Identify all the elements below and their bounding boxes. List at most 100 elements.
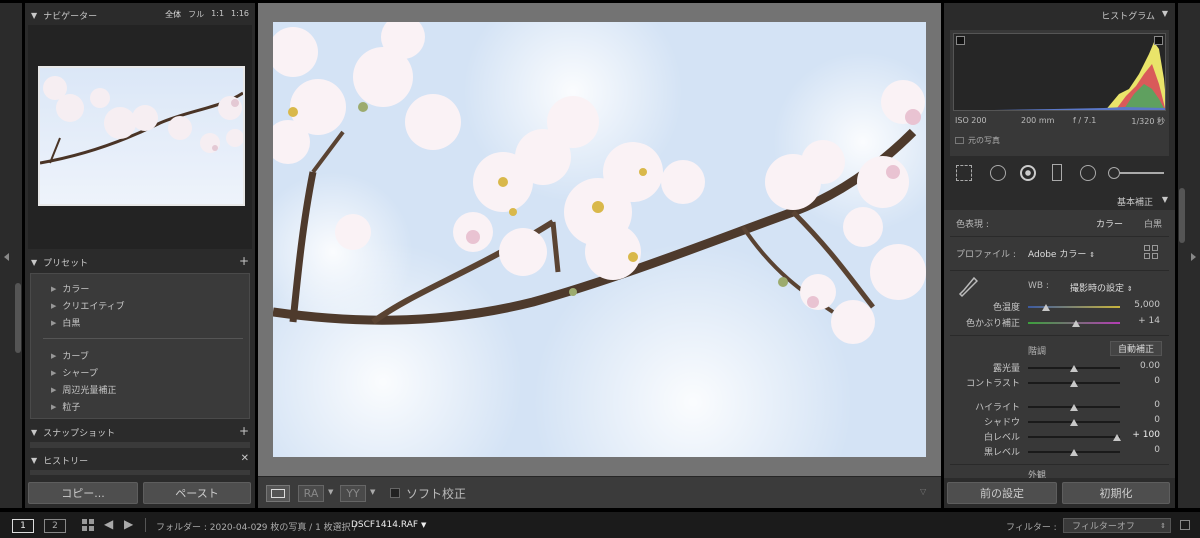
right-scrollbar[interactable]	[1179, 188, 1185, 243]
dropdown-arrows-icon: ⇕	[1126, 285, 1133, 293]
preset-group-creative[interactable]: ▶ クリエイティブ	[51, 299, 125, 313]
collapse-triangle-icon[interactable]: ▼	[31, 456, 37, 465]
highlights-slider-thumb[interactable]	[1070, 404, 1078, 411]
contrast-slider-thumb[interactable]	[1070, 380, 1078, 387]
histogram-title: ヒストグラム	[1101, 12, 1155, 22]
highlight-clipping-icon[interactable]	[1154, 36, 1163, 45]
iso-value: ISO 200	[955, 116, 987, 125]
radial-filter-tool-icon[interactable]	[1080, 165, 1096, 181]
zoom-1-16[interactable]: 1:16	[231, 9, 249, 20]
navigator-header[interactable]: ▼ ナビゲーター 全体 フル 1:1 1:16	[25, 6, 255, 24]
divider	[950, 270, 1169, 271]
ra-dropdown-icon[interactable]: ▼	[328, 488, 333, 496]
profile-dropdown[interactable]: Adobe カラー ⇕	[1028, 247, 1095, 260]
preset-group-vignette[interactable]: ▶ 周辺光量補正	[51, 383, 116, 397]
snapshot-header[interactable]: ▼ スナップショット +	[25, 423, 255, 441]
filmstrip-toggle-icon[interactable]	[1180, 520, 1190, 530]
shadows-slider-thumb[interactable]	[1070, 419, 1078, 426]
blacks-slider-thumb[interactable]	[1070, 449, 1078, 456]
collapse-right-arrow-icon[interactable]	[1191, 253, 1196, 261]
presets-header[interactable]: ▼ プリセット +	[25, 253, 255, 271]
collapse-left-arrow-icon[interactable]	[4, 253, 9, 261]
reset-button[interactable]: 初期化	[1062, 482, 1170, 504]
filter-dropdown[interactable]: フィルターオフ ⇕	[1063, 518, 1171, 533]
bottom-toolbar: RA ▼ YY ▼ ソフト校正 ▽	[258, 476, 941, 508]
collapse-triangle-icon[interactable]: ▼	[31, 11, 37, 20]
filename: DSCF1414.RAF	[351, 520, 419, 530]
right-panel-edge[interactable]	[1178, 3, 1200, 508]
before-after-ra-button[interactable]: RA	[298, 485, 324, 502]
shutter-speed: 1/320 秒	[1131, 117, 1165, 126]
original-photo-checkbox[interactable]	[955, 137, 964, 144]
grid-view-icon[interactable]	[82, 519, 94, 531]
spot-removal-tool-icon[interactable]	[990, 165, 1006, 181]
collapse-triangle-icon[interactable]: ▼	[31, 428, 37, 437]
whites-value[interactable]: + 100	[1120, 430, 1160, 440]
right-panel: ヒストグラム ▼ ISO 200 200 mm f / 7.1 1/320 秒 …	[944, 3, 1175, 508]
shadows-value[interactable]: 0	[1120, 415, 1160, 425]
treatment-label: 色表現 :	[956, 220, 989, 230]
collapse-triangle-icon[interactable]: ▼	[1162, 9, 1168, 18]
blacks-value[interactable]: 0	[1120, 445, 1160, 455]
yy-label: YY	[346, 487, 360, 500]
wb-eyedropper-icon[interactable]	[958, 276, 979, 298]
preset-group-grain[interactable]: ▶ 粒子	[51, 400, 80, 414]
secondary-display-button[interactable]: 2	[44, 519, 66, 533]
whites-slider-track[interactable]	[1028, 436, 1120, 438]
ra-label: RA	[303, 487, 319, 500]
adjustment-brush-tool-icon[interactable]	[1108, 167, 1164, 179]
graduated-filter-tool-icon[interactable]	[1052, 164, 1062, 181]
left-scrollbar[interactable]	[15, 283, 21, 353]
soft-proof-checkbox[interactable]	[390, 488, 400, 498]
preset-group-bw[interactable]: ▶ 白黒	[51, 316, 80, 330]
left-panel-edge[interactable]	[0, 3, 22, 508]
zoom-fill[interactable]: フル	[188, 9, 204, 20]
preset-group-curve[interactable]: ▶ カーブ	[51, 349, 89, 363]
before-after-yy-button[interactable]: YY	[340, 485, 366, 502]
preset-group-color[interactable]: ▶ カラー	[51, 282, 89, 296]
preset-group-sharpen[interactable]: ▶ シャープ	[51, 366, 98, 380]
history-title: ヒストリー	[43, 456, 89, 467]
add-preset-icon[interactable]: +	[239, 254, 249, 268]
highlights-value[interactable]: 0	[1120, 400, 1160, 410]
zoom-1-1[interactable]: 1:1	[211, 9, 224, 20]
auto-tone-button[interactable]: 自動補正	[1110, 341, 1162, 356]
yy-dropdown-icon[interactable]: ▼	[370, 488, 375, 496]
tint-slider-thumb[interactable]	[1071, 320, 1080, 327]
paste-button[interactable]: ペースト	[143, 482, 251, 504]
contrast-label: コントラスト	[966, 379, 1020, 389]
primary-display-button[interactable]: 1	[12, 519, 34, 533]
shadow-clipping-icon[interactable]	[956, 36, 965, 45]
tint-label: 色かぶり補正	[965, 319, 1020, 329]
collapse-triangle-icon[interactable]: ▼	[31, 258, 37, 267]
clear-history-icon[interactable]: ✕	[241, 453, 249, 464]
previous-settings-button[interactable]: 前の設定	[947, 482, 1057, 504]
treatment-bw-option[interactable]: 白黒	[1144, 217, 1162, 230]
exposure-slider-thumb[interactable]	[1070, 365, 1078, 372]
navigator-thumbnail[interactable]	[38, 66, 245, 206]
toolbar-menu-icon[interactable]: ▽	[920, 487, 926, 496]
history-header[interactable]: ▼ ヒストリー ✕	[25, 451, 255, 469]
loupe-view-button[interactable]	[266, 485, 290, 502]
profile-browser-grid-icon[interactable]	[1144, 245, 1158, 259]
copy-button[interactable]: コピー...	[28, 482, 138, 504]
contrast-value[interactable]: 0	[1120, 376, 1160, 386]
red-eye-tool-icon[interactable]	[1020, 165, 1036, 181]
zoom-fit[interactable]: 全体	[165, 9, 181, 20]
histogram-chart	[994, 42, 1165, 110]
back-arrow-icon[interactable]: ◀	[104, 517, 113, 531]
add-snapshot-icon[interactable]: +	[239, 424, 249, 438]
expand-arrow-icon: ▶	[51, 385, 57, 394]
crop-tool-icon[interactable]	[956, 165, 972, 181]
exposure-value[interactable]: 0.00	[1120, 361, 1160, 371]
tint-value[interactable]: + 14	[1120, 316, 1160, 326]
forward-arrow-icon[interactable]: ▶	[124, 517, 133, 531]
main-photo[interactable]	[273, 22, 926, 457]
collapse-triangle-icon[interactable]: ▼	[1162, 195, 1168, 204]
filename-dropdown[interactable]: DSCF1414.RAF ▼	[351, 520, 426, 530]
folder-label: フォルダー : 2020-04-02	[156, 523, 263, 533]
temp-slider-thumb[interactable]	[1042, 304, 1051, 311]
temp-value[interactable]: 5,000	[1120, 300, 1160, 310]
wb-dropdown[interactable]: 撮影時の設定 ⇕	[1070, 281, 1133, 294]
treatment-color-option[interactable]: カラー	[1096, 217, 1123, 230]
